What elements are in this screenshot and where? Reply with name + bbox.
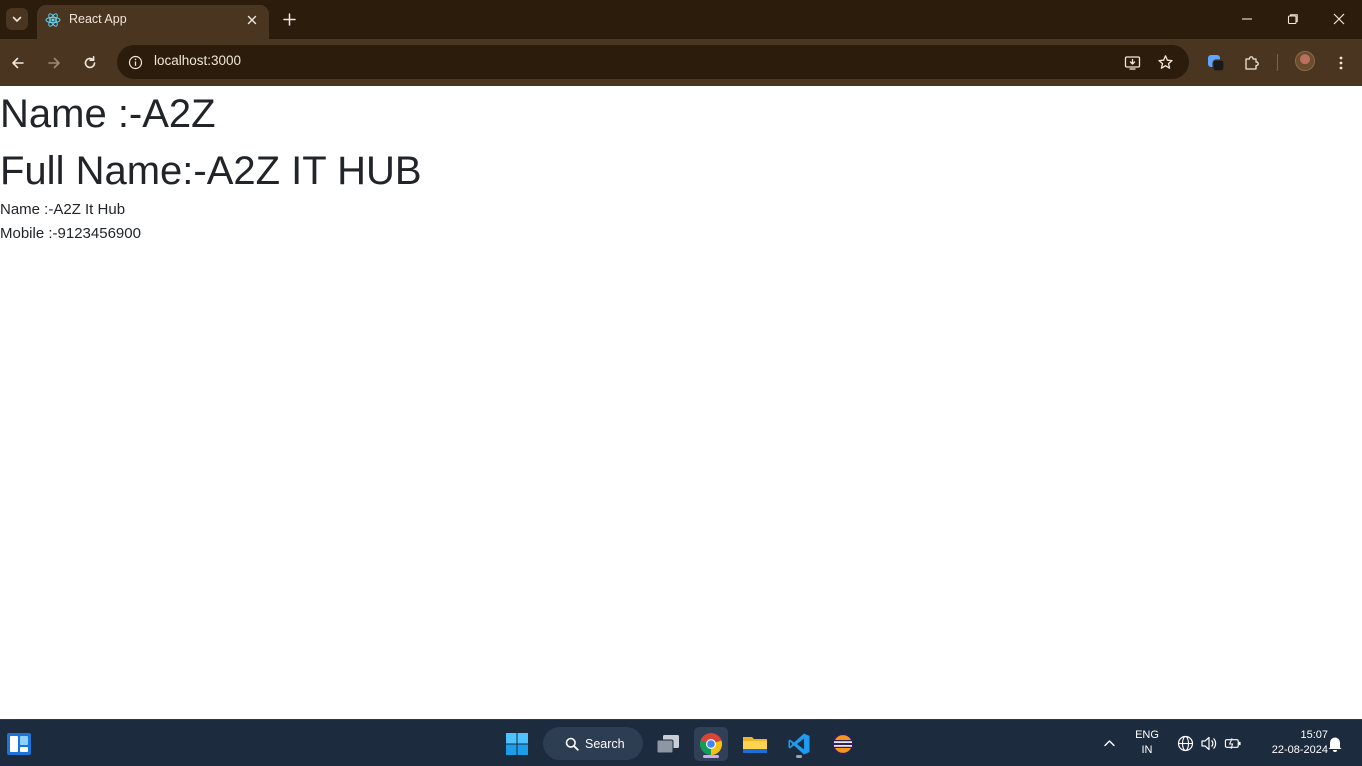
- active-app-indicator: [703, 755, 719, 758]
- file-explorer-icon: [743, 737, 767, 753]
- battery-button[interactable]: [1224, 734, 1242, 752]
- reload-button[interactable]: [78, 51, 102, 75]
- battery-icon: [1224, 737, 1241, 749]
- language-code: ENG: [1135, 729, 1159, 741]
- clock[interactable]: 15:07 22-08-2024: [1250, 728, 1328, 758]
- taskbar-search-box[interactable]: Search: [543, 727, 643, 760]
- url-text[interactable]: localhost:3000: [154, 53, 241, 68]
- file-explorer-button[interactable]: [738, 727, 772, 761]
- volume-button[interactable]: [1200, 734, 1218, 752]
- taskbar: Search ENG IN 15:07 22-08-2024: [0, 719, 1362, 766]
- new-tab-button[interactable]: [278, 8, 300, 30]
- info-icon: [128, 55, 142, 69]
- site-info-button[interactable]: [125, 52, 145, 72]
- address-bar[interactable]: localhost:3000: [117, 45, 1189, 79]
- arrow-left-icon: [12, 57, 24, 69]
- back-button[interactable]: [6, 51, 30, 75]
- network-button[interactable]: [1176, 734, 1194, 752]
- widgets-icon: [7, 733, 31, 755]
- bell-icon: [1328, 737, 1342, 752]
- browser-tab-strip: React App: [0, 0, 1362, 39]
- show-hidden-icons-button[interactable]: [1100, 734, 1118, 752]
- minimize-icon: [1242, 18, 1252, 20]
- mobile-text: Mobile :-9123456900: [0, 225, 141, 242]
- toolbar-divider: [1277, 54, 1278, 71]
- tab-search-button[interactable]: [6, 8, 28, 30]
- star-icon: [1157, 54, 1173, 69]
- page-content: Name :-A2Z Full Name:-A2Z IT HUB Name :-…: [0, 86, 1362, 719]
- browser-menu-button[interactable]: [1329, 51, 1353, 75]
- close-window-button[interactable]: [1316, 4, 1362, 34]
- install-icon: [1124, 55, 1140, 70]
- react-logo-icon: [45, 13, 61, 27]
- puzzle-icon: [1245, 56, 1259, 70]
- full-name-heading: Full Name:-A2Z IT HUB: [0, 149, 422, 193]
- chevron-up-icon: [1103, 739, 1115, 746]
- extensions-button[interactable]: [1240, 51, 1264, 75]
- search-label: Search: [585, 736, 625, 751]
- search-icon: [565, 737, 579, 751]
- install-app-button[interactable]: [1122, 52, 1142, 72]
- forward-button[interactable]: [42, 51, 66, 75]
- close-icon: [1333, 13, 1345, 25]
- task-view-icon: [656, 735, 679, 754]
- restore-icon: [1287, 14, 1298, 25]
- copilot-icon: [1208, 55, 1225, 72]
- start-button[interactable]: [500, 727, 534, 761]
- active-tab[interactable]: React App: [37, 5, 269, 39]
- plus-icon: [282, 12, 296, 26]
- chrome-taskbar-button[interactable]: [694, 727, 728, 761]
- arrow-right-icon: [48, 57, 60, 69]
- eclipse-icon: [832, 733, 854, 755]
- more-vertical-icon: [1339, 56, 1343, 70]
- region-code: IN: [1141, 744, 1153, 756]
- tab-title: React App: [69, 12, 127, 26]
- copilot-extension-button[interactable]: [1204, 51, 1228, 75]
- clock-time: 15:07: [1300, 729, 1328, 741]
- notifications-button[interactable]: [1326, 734, 1344, 752]
- eclipse-button[interactable]: [826, 727, 860, 761]
- vscode-icon: [788, 733, 810, 755]
- browser-toolbar: localhost:3000: [0, 39, 1362, 86]
- language-indicator[interactable]: ENG IN: [1131, 728, 1163, 758]
- tab-close-button[interactable]: [243, 11, 261, 29]
- profile-avatar[interactable]: [1295, 51, 1315, 71]
- clock-date: 22-08-2024: [1271, 744, 1328, 756]
- reload-icon: [84, 56, 96, 69]
- widgets-button[interactable]: [2, 727, 36, 761]
- speaker-icon: [1201, 736, 1217, 750]
- running-app-indicator: [796, 755, 802, 758]
- chevron-down-icon: [12, 16, 22, 22]
- close-icon: [247, 15, 257, 25]
- restore-button[interactable]: [1270, 4, 1316, 34]
- name-text: Name :-A2Z It Hub: [0, 201, 126, 218]
- globe-icon: [1177, 735, 1193, 751]
- chrome-icon: [699, 733, 723, 756]
- vscode-button[interactable]: [782, 727, 816, 761]
- minimize-button[interactable]: [1224, 4, 1270, 34]
- name-heading: Name :-A2Z: [0, 92, 216, 136]
- start-icon: [506, 733, 528, 755]
- bookmark-button[interactable]: [1155, 52, 1175, 72]
- task-view-button[interactable]: [651, 727, 685, 761]
